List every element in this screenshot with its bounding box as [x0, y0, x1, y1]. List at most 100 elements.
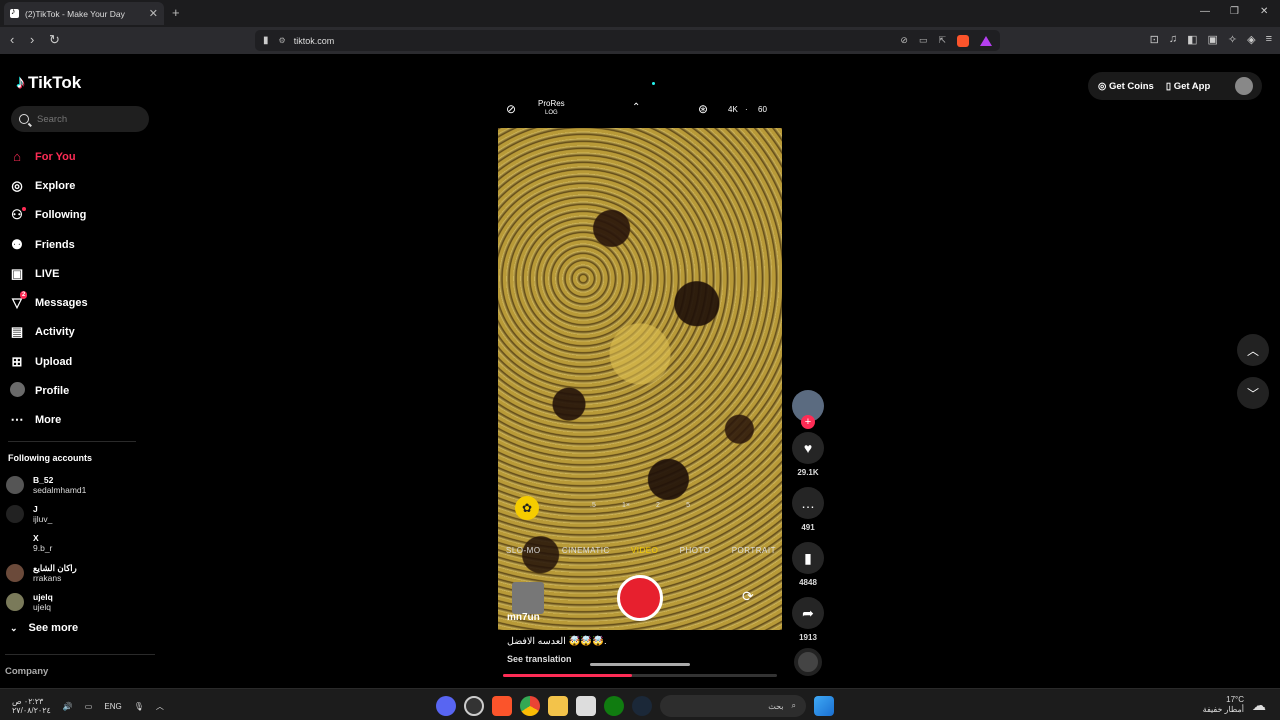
minimize-icon[interactable]: — [1200, 6, 1210, 17]
brave-shields-icon[interactable] [957, 34, 969, 47]
see-translation-link[interactable]: See translation [507, 654, 572, 664]
account-name: X [33, 533, 39, 544]
search-box[interactable] [11, 106, 149, 132]
action-bar: + ♥ 29.1K … 491 ▮ 4848 ➦ 1913 [791, 390, 825, 642]
weather-widget[interactable]: 17°C أمطار خفيفة ☁ [1203, 695, 1266, 715]
sidebar-item-following[interactable]: ⚇ Following [8, 201, 148, 230]
log-text: LOG [545, 110, 558, 116]
video-progress-bar[interactable] [503, 674, 777, 677]
microphone-icon[interactable]: 🎙 [134, 702, 144, 711]
browser-tab-bar: (2)TikTok - Make Your Day ✕ + — ❐ ✕ [0, 0, 1280, 27]
language-indicator[interactable]: ENG [104, 702, 121, 711]
top-right-actions: ◎ Get Coins ▯ Get App [1088, 72, 1262, 100]
xbox-icon[interactable] [604, 696, 624, 716]
leo-ai-icon[interactable]: ✧ [1228, 33, 1237, 46]
sidebar-item-upload[interactable]: ⊞ Upload [8, 347, 148, 376]
sidebar: ♪ TikTok ⌂ For You ◎ Explore ⚇ Following… [0, 54, 160, 688]
volume-icon[interactable]: 🔊 [63, 702, 73, 711]
comment-icon[interactable]: … [792, 487, 824, 519]
share-action[interactable]: ➦ 1913 [791, 597, 825, 642]
sidebar-item-live[interactable]: ▣ LIVE [8, 259, 148, 288]
sidebar-item-explore[interactable]: ◎ Explore [8, 171, 148, 200]
follow-plus-icon[interactable]: + [801, 415, 815, 429]
screenshot-icon[interactable]: ⊡ [1150, 33, 1159, 46]
upload-icon: ⊞ [11, 353, 23, 369]
account-item[interactable]: Jijluv_ [6, 499, 146, 528]
previous-video-button[interactable]: ︿ [1237, 334, 1269, 366]
next-video-button[interactable]: ﹀ [1237, 377, 1269, 409]
vpn-icon[interactable]: ◈ [1247, 33, 1255, 46]
tiktok-favicon-icon [10, 6, 19, 18]
chrome-icon[interactable] [520, 696, 540, 716]
share-arrow-icon[interactable]: ➦ [792, 597, 824, 629]
like-action[interactable]: ♥ 29.1K [791, 432, 825, 477]
tiktok-logo[interactable]: ♪ TikTok [16, 72, 81, 93]
sidebar-item-profile[interactable]: Profile [8, 376, 148, 405]
logo-text: TikTok [28, 72, 82, 92]
brave-rewards-icon[interactable] [980, 35, 992, 46]
taskbar-search[interactable]: بحث ⌕ [660, 695, 806, 717]
get-app-button[interactable]: ▯ Get App [1166, 81, 1210, 92]
app-icon[interactable] [464, 696, 484, 716]
company-link[interactable]: Company [5, 666, 48, 677]
forward-icon[interactable]: › [30, 32, 34, 47]
no-translate-icon[interactable]: ⊘ [900, 35, 908, 46]
reload-icon[interactable]: ↻ [49, 32, 60, 48]
media-icon[interactable]: ♫ [1169, 33, 1177, 46]
back-icon[interactable]: ‹ [10, 32, 14, 47]
tab-close-icon[interactable]: ✕ [149, 7, 158, 20]
avatar [6, 504, 24, 523]
sidebar-item-friends[interactable]: ⚉ Friends [8, 230, 148, 259]
account-item[interactable]: راكان الشايع rrakans [6, 558, 146, 587]
comment-action[interactable]: … 491 [791, 487, 825, 532]
file-explorer-icon[interactable] [548, 696, 568, 716]
camera-mode: SLO-MO [506, 546, 541, 555]
separator: · [745, 105, 748, 114]
bookmark-icon[interactable]: ▮ [792, 542, 824, 574]
bookmark-icon[interactable]: ▮ [263, 35, 269, 46]
menu-icon[interactable]: ≡ [1266, 33, 1272, 46]
live-icon: ▣ [10, 265, 24, 281]
windows-start-icon[interactable] [814, 696, 834, 716]
save-action[interactable]: ▮ 4848 [791, 542, 825, 587]
wallet-icon[interactable]: ▣ [1207, 33, 1217, 46]
new-tab-icon[interactable]: + [172, 5, 180, 20]
more-icon: ⋯ [10, 412, 24, 428]
see-more-button[interactable]: ⌄ See more [10, 622, 78, 634]
prores-label: ProRes LOG [538, 100, 565, 117]
search-input[interactable] [37, 113, 137, 125]
cast-icon[interactable]: ▭ [919, 35, 928, 46]
creator-avatar[interactable]: + [792, 390, 824, 429]
sidebar-item-more[interactable]: ⋯ More [8, 406, 148, 435]
scrub-handle[interactable] [590, 663, 690, 666]
browser-tab[interactable]: (2)TikTok - Make Your Day ✕ [4, 2, 164, 25]
record-button [617, 575, 663, 621]
share-icon[interactable]: ⇱ [938, 35, 946, 46]
sidebar-item-label: Friends [35, 238, 75, 251]
account-item[interactable]: X 9.b_r [6, 529, 146, 558]
maximize-icon[interactable]: ❐ [1230, 6, 1239, 17]
taskbar-apps: بحث ⌕ [436, 695, 834, 717]
toolbar-right-icons: ⊡ ♫ ◧ ▣ ✧ ◈ ≡ [1150, 33, 1272, 46]
sidebar-toggle-icon[interactable]: ◧ [1187, 33, 1197, 46]
site-info-icon[interactable]: ⚙ [279, 36, 286, 45]
store-icon[interactable] [576, 696, 596, 716]
sidebar-item-activity[interactable]: ▤ Activity [8, 318, 148, 347]
avatar [6, 534, 24, 552]
network-icon[interactable]: ▭ [85, 702, 93, 711]
address-bar[interactable]: ▮ ⚙ tiktok.com ⊘ ▭ ⇱ [255, 30, 1000, 51]
discord-icon[interactable] [436, 696, 456, 716]
get-coins-button[interactable]: ◎ Get Coins [1098, 81, 1154, 92]
brave-browser-icon[interactable] [492, 696, 512, 716]
tray-chevron-icon[interactable]: ︿ [156, 701, 164, 712]
clock[interactable]: ٠٢:٢٣ ص ٢٧/٠٨/٢٠٢٤ [12, 697, 51, 715]
account-item[interactable]: ujelq ujelq [6, 587, 146, 616]
account-item[interactable]: B_52 sedalmhamd1 [6, 470, 146, 499]
steam-icon[interactable] [632, 696, 652, 716]
avatar[interactable] [1235, 77, 1253, 95]
sidebar-item-for-you[interactable]: ⌂ For You [8, 142, 148, 171]
close-window-icon[interactable]: ✕ [1260, 6, 1268, 17]
heart-icon[interactable]: ♥ [792, 432, 824, 464]
sidebar-item-messages[interactable]: ▽ 2 Messages [8, 288, 148, 317]
music-disc[interactable] [794, 648, 822, 676]
